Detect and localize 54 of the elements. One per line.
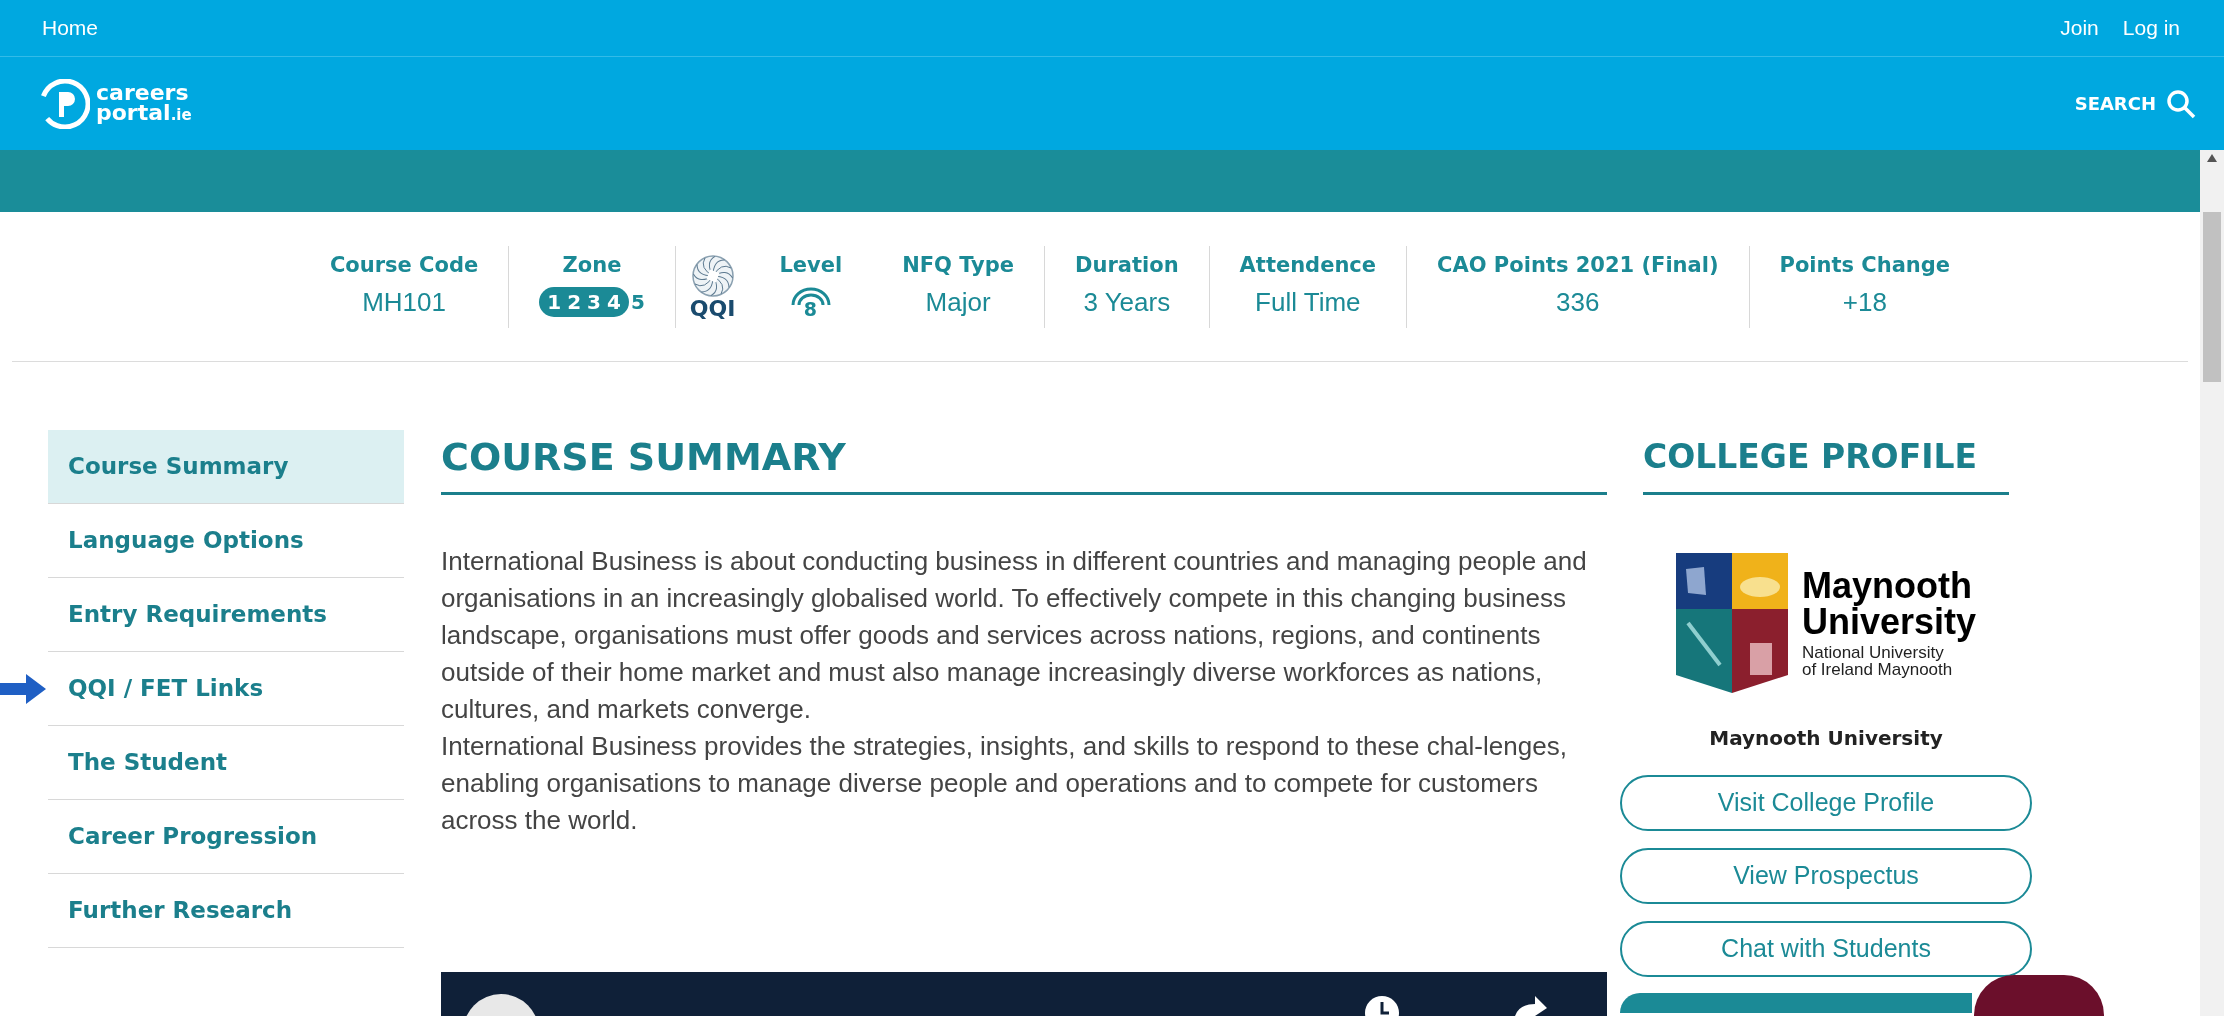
profile-button[interactable]: Visit College Profile <box>1620 775 2032 831</box>
summary-paragraph: International Business is about conducting business in different countries and managing people and organisations in an increasingly globalised world. To effectively compete in this changing business landscape, organisations must offer goods and services across nations, regions, and continents outside of their home market and must also manage increasingly diverse workforces as nations, cultures, and markets converge. <box>441 545 1588 726</box>
logo-text: Maynooth <box>1801 568 1973 604</box>
info-label: Attendence <box>1239 251 1377 279</box>
zone-number: 1 <box>547 289 562 317</box>
summary-paragraph: International Business provides the strategies, insights, and skills to respond to these chal-lenges, enabling organisations to manage diverse people and operations and to compete for customers across the world. <box>441 730 1568 837</box>
info-label: Course Code <box>329 251 479 279</box>
info-label: Level <box>779 251 843 279</box>
zone-number: 4 <box>606 289 621 317</box>
info-value: 3 Years <box>1083 285 1171 319</box>
profile-button[interactable]: Chat with Students <box>1620 921 2032 977</box>
sidebar-item[interactable]: The Student <box>48 726 404 800</box>
college-name: Maynooth University <box>1709 725 1943 752</box>
zone-number: 5 <box>630 289 645 317</box>
account-link[interactable]: Log in <box>2122 12 2180 44</box>
sidebar-item[interactable]: Career Progression <box>48 800 404 874</box>
clock-icon[interactable] <box>1363 994 1401 1016</box>
sidebar-item[interactable]: Course Summary <box>48 430 404 504</box>
zone-number: 2 <box>567 289 582 317</box>
level-number: 8 <box>803 297 817 323</box>
info-label: CAO Points 2021 (Final) <box>1437 251 1719 279</box>
logo-text: of Ireland Maynooth <box>1801 661 1954 678</box>
info-value: Major <box>925 285 991 319</box>
share-icon[interactable] <box>1513 994 1549 1016</box>
qqi-logo-text: QQI <box>689 297 736 320</box>
info-label: Points Change <box>1779 251 1951 279</box>
info-label: Zone <box>562 251 622 279</box>
info-value: +18 <box>1842 285 1887 319</box>
scrollbar-thumb[interactable] <box>2203 212 2221 382</box>
info-label: NFQ Type <box>902 251 1015 279</box>
scrollbar[interactable] <box>2200 150 2224 1016</box>
section-heading: COLLEGE PROFILE <box>1643 430 2009 495</box>
search-button[interactable]: SEARCH <box>2074 88 2196 119</box>
account-link[interactable]: Join <box>2060 12 2099 44</box>
logo-text: National University <box>1801 644 1945 661</box>
crest-icon <box>1675 553 1788 693</box>
logo-text: portal.ie <box>96 102 192 125</box>
logo-text: careers <box>96 82 190 103</box>
profile-button[interactable]: View Prospectus <box>1620 848 2032 904</box>
info-value: 336 <box>1556 285 1600 319</box>
logo-icon[interactable] <box>40 78 90 129</box>
sidebar-item[interactable]: Entry Requirements <box>48 578 404 652</box>
swirl-icon <box>690 253 735 298</box>
sidebar-item[interactable]: Further Research <box>48 874 404 948</box>
home-link[interactable]: Home <box>42 12 99 44</box>
section-heading: COURSE SUMMARY <box>441 430 1607 495</box>
info-value: MH101 <box>362 285 446 319</box>
sidebar-item[interactable]: Language Options <box>48 504 404 578</box>
scroll-up-icon[interactable] <box>2207 154 2217 162</box>
search-icon <box>2166 88 2196 119</box>
sidebar-item[interactable]: QQI / FET Links <box>48 652 404 726</box>
zone-number: 3 <box>587 289 601 317</box>
info-value: Full Time <box>1255 285 1361 319</box>
info-label: Duration <box>1075 251 1179 279</box>
